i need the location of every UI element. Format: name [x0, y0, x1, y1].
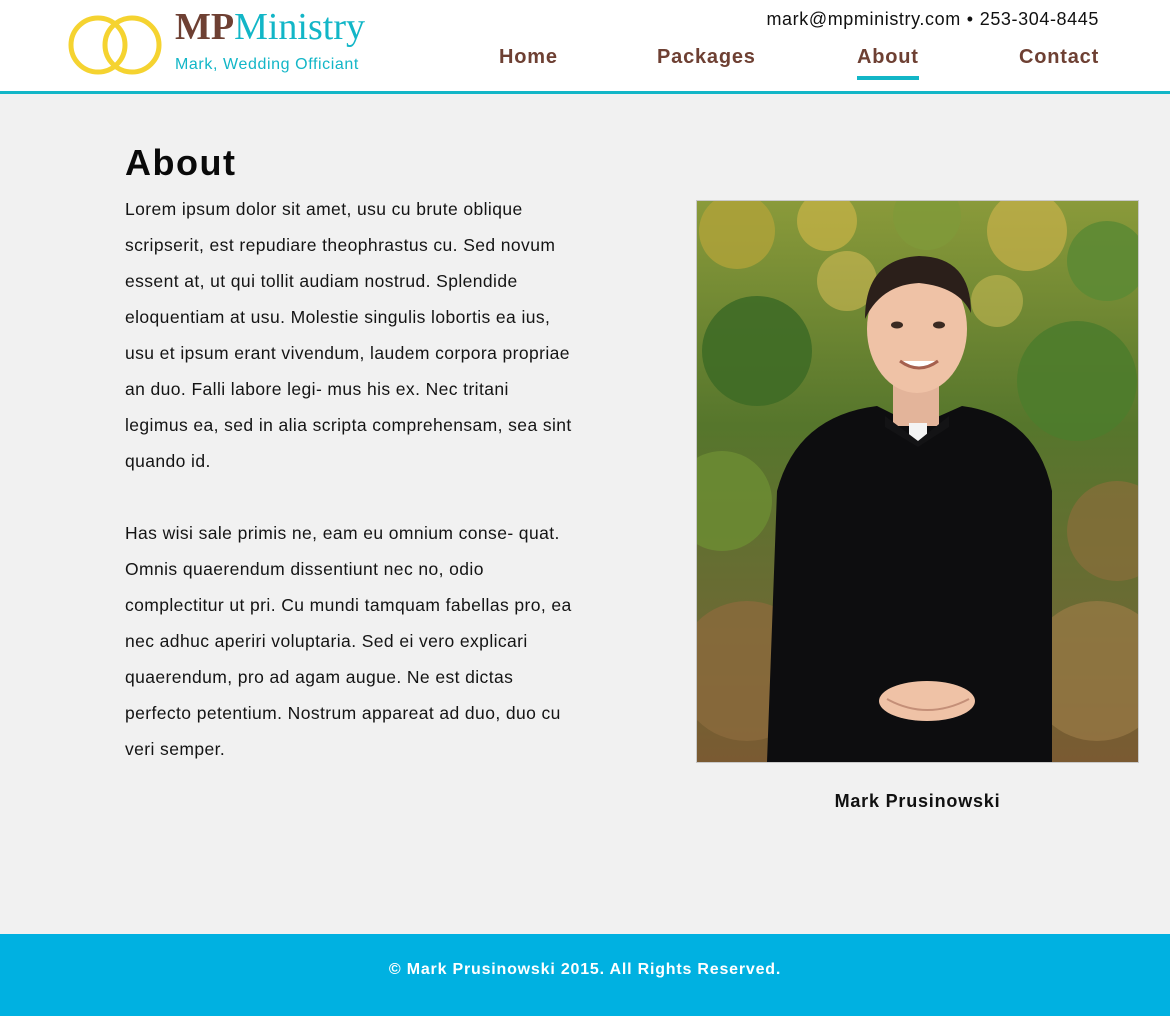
- brand-logo-text[interactable]: MPMinistry: [175, 6, 365, 48]
- header-contact-info: mark@mpministry.com • 253-304-8445: [766, 9, 1099, 30]
- header-phone[interactable]: 253-304-8445: [980, 9, 1099, 29]
- site-header: MPMinistry Mark, Wedding Officiant mark@…: [0, 0, 1170, 94]
- header-email-link[interactable]: mark@mpministry.com: [766, 9, 960, 29]
- about-body: Lorem ipsum dolor sit amet, usu cu brute…: [125, 191, 575, 803]
- contact-separator: •: [966, 9, 974, 29]
- footer-copyright: © Mark Prusinowski 2015. All Rights Rese…: [388, 961, 782, 978]
- nav-item-packages[interactable]: Packages: [657, 46, 756, 80]
- wedding-rings-icon[interactable]: [68, 10, 168, 80]
- brand-ministry: Ministry: [234, 6, 365, 48]
- brand-mp: MP: [175, 6, 235, 48]
- page-title: About: [125, 142, 237, 183]
- nav-item-about[interactable]: About: [857, 46, 919, 80]
- site-tagline: Mark, Wedding Officiant: [175, 56, 359, 73]
- about-paragraph-2: Has wisi sale primis ne, eam eu omnium c…: [125, 523, 572, 759]
- nav-item-contact[interactable]: Contact: [1019, 46, 1099, 80]
- nav-item-home[interactable]: Home: [499, 46, 558, 80]
- officiant-photo: [696, 200, 1139, 763]
- about-paragraph-1: Lorem ipsum dolor sit amet, usu cu brute…: [125, 199, 572, 471]
- photo-caption: Mark Prusinowski: [834, 791, 1001, 811]
